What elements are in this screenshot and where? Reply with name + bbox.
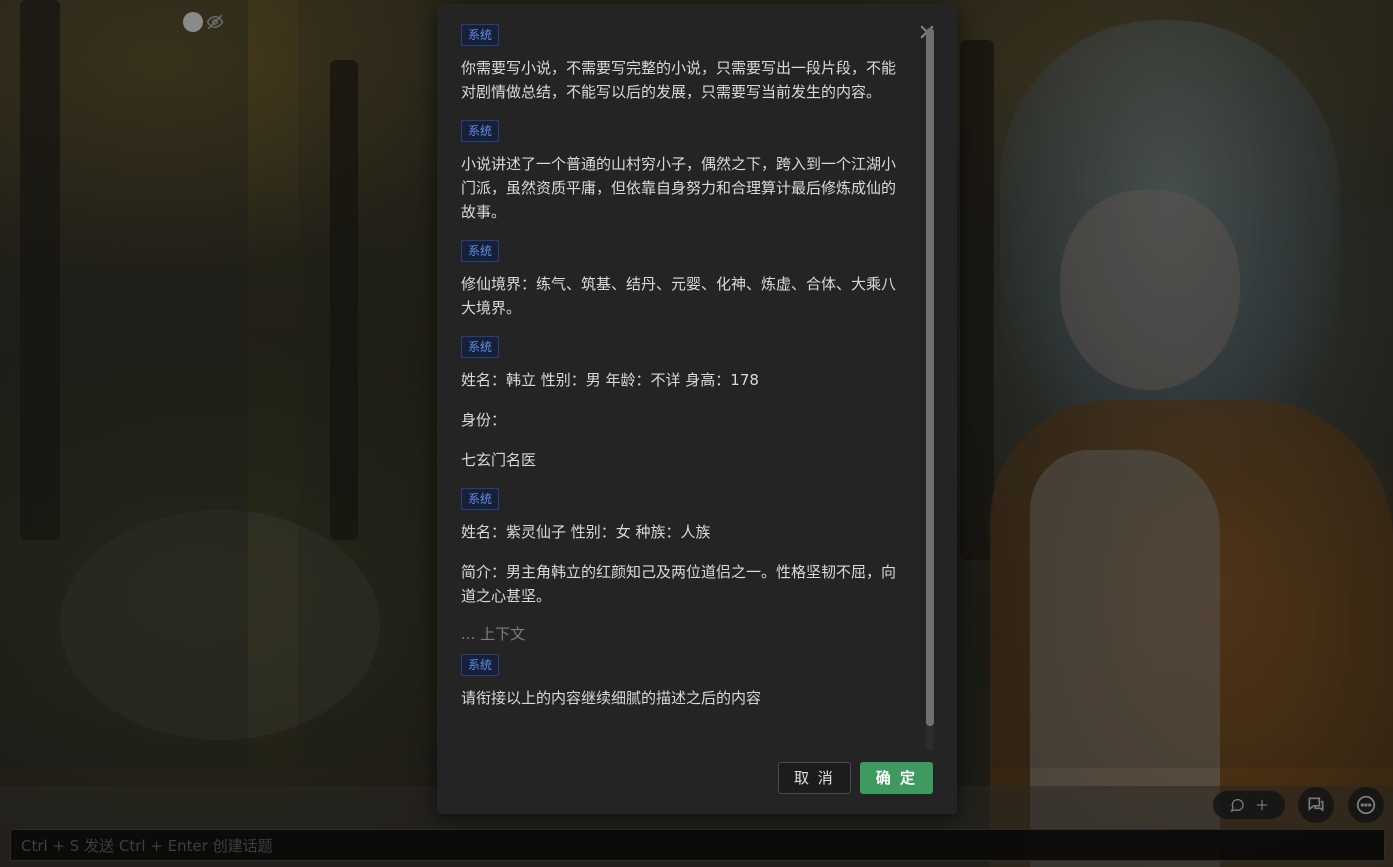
message-line: 大境界。 [461, 299, 522, 317]
role-badge: 系统 [461, 120, 500, 142]
message-item: 系统小说讲述了一个普通的山村穷小子，偶然之下，跨入到一个江湖小 门派，虽然资质平庸… [461, 120, 927, 224]
message-text: 姓名：韩立 性别：男 年龄：不详 身高：178 身份： 七玄门名医 [461, 368, 927, 472]
role-badge: 系统 [461, 240, 500, 262]
message-line: 门派，虽然资质平庸，但依靠自身努力和合理算计最后修炼成仙的 [461, 179, 897, 197]
message-line: 姓名：韩立 性别：男 年龄：不详 身高：178 [461, 371, 759, 389]
message-line: 对剧情做总结，不能写以后的发展，只需要写当前发生的内容。 [461, 83, 882, 101]
message-line: 小说讲述了一个普通的山村穷小子，偶然之下，跨入到一个江湖小 [461, 155, 897, 173]
message-text: 姓名：紫灵仙子 性别：女 种族：人族简介：男主角韩立的红颜知己及两位道侣之一。性… [461, 520, 927, 608]
scrollbar[interactable] [926, 28, 934, 750]
message-list[interactable]: 系统 你需要写小说，不需要写完整的小说，只需要写出一段片段，不能 对剧情做总结，不能… [461, 24, 927, 750]
role-badge: 系统 [461, 24, 500, 46]
more-options-button[interactable] [1348, 787, 1384, 823]
confirm-button[interactable]: 确 定 [859, 762, 933, 794]
role-badge: 系统 [461, 654, 500, 676]
message-line: 道之心甚坚。 [461, 587, 552, 605]
message-item: 系统姓名：紫灵仙子 性别：女 种族：人族简介：男主角韩立的红颜知己及两位道侣之一… [461, 488, 927, 608]
topics-button[interactable] [1298, 787, 1334, 823]
message-line: 七玄门名医 [461, 451, 537, 469]
message-line: 姓名：紫灵仙子 性别：女 种族：人族 [461, 523, 711, 541]
toggle-switch[interactable] [183, 12, 203, 32]
message-text: 你需要写小说，不需要写完整的小说，只需要写出一段片段，不能 对剧情做总结，不能写以… [461, 56, 927, 104]
message-input[interactable]: Ctrl + S 发送 Ctrl + Enter 创建话题 [10, 829, 1385, 861]
eye-off-icon[interactable] [206, 13, 224, 31]
message-line: 简介：男主角韩立的红颜知己及两位道侣之一。性格坚韧不屈，向 [461, 563, 897, 581]
message-item: 系统修仙境界：练气、筑基、结丹、元婴、化神、炼虚、合体、大乘八 大境界。 [461, 240, 927, 320]
message-line: 修仙境界：练气、筑基、结丹、元婴、化神、炼虚、合体、大乘八 [461, 275, 897, 293]
chat-bubble-icon [1230, 798, 1244, 813]
message-line: 你需要写小说，不需要写完整的小说，只需要写出一段片段，不能 [461, 59, 897, 77]
role-badge: 系统 [461, 488, 500, 510]
message-text: 请衔接以上的内容继续细腻的描述之后的内容 [461, 689, 762, 707]
message-text: 小说讲述了一个普通的山村穷小子，偶然之下，跨入到一个江湖小 门派，虽然资质平庸，但… [461, 152, 927, 224]
message-item: 系统你需要写小说，不需要写完整的小说，只需要写出一段片段，不能 对剧情做总结，不能… [461, 24, 927, 104]
role-badge: 系统 [461, 336, 500, 358]
message-line: 故事。 [461, 203, 507, 221]
context-preview-modal: 系统 你需要写小说，不需要写完整的小说，只需要写出一段片段，不能 对剧情做总结，不能… [437, 4, 957, 814]
scrollbar-thumb[interactable] [926, 28, 934, 726]
message-line: 身份： [461, 411, 507, 429]
more-dots-icon [1356, 795, 1376, 815]
left-panel [0, 0, 248, 768]
message-item: 系统 请衔接以上的内容继续细腻的描述之后的内容 [461, 654, 927, 710]
modal-footer: 取 消 确 定 [777, 762, 933, 794]
message-item: 系统姓名：韩立 性别：男 年龄：不详 身高：178 身份： 七玄门名医 [461, 336, 927, 472]
cancel-button[interactable]: 取 消 [777, 762, 851, 794]
chat-bubbles-icon [1308, 797, 1324, 812]
message-text: 修仙境界：练气、筑基、结丹、元婴、化神、炼虚、合体、大乘八 大境界。 [461, 272, 927, 320]
new-topic-button[interactable] [1213, 791, 1285, 819]
plus-icon [1256, 799, 1268, 811]
context-divider: ... 上下文 [461, 625, 526, 643]
